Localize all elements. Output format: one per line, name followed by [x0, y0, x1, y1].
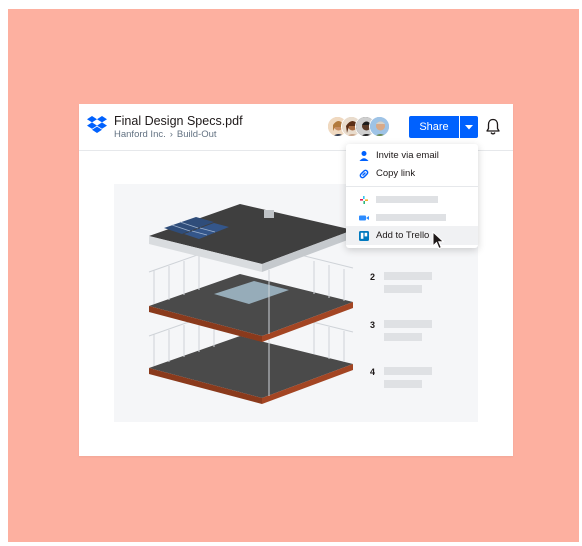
avatar[interactable]: [369, 116, 390, 137]
text-placeholder: [384, 380, 422, 388]
link-icon: [359, 169, 369, 179]
mouse-pointer-icon: [432, 231, 445, 250]
menu-item-copy-link[interactable]: Copy link: [346, 164, 478, 183]
text-placeholder: [384, 272, 432, 280]
menu-item-zoom[interactable]: [346, 208, 478, 227]
text-placeholder: [376, 196, 438, 203]
dropbox-logo-icon[interactable]: [87, 116, 107, 134]
menu-item-label: Copy link: [376, 168, 416, 179]
menu-item-label: Add to Trello: [376, 230, 430, 241]
text-placeholder: [384, 333, 422, 341]
list-number: 3: [370, 320, 376, 330]
breadcrumb-item[interactable]: Build-Out: [177, 129, 217, 140]
menu-item-add-to-trello[interactable]: Add to Trello: [346, 226, 478, 245]
breadcrumb-separator: ›: [169, 129, 173, 140]
file-preview-window: Final Design Specs.pdf Hanford Inc. › Buil…: [79, 104, 513, 456]
list-number: 2: [370, 272, 376, 282]
file-name: Final Design Specs.pdf: [114, 114, 243, 128]
caret-down-icon: [465, 125, 473, 130]
zoom-video-icon: [359, 215, 369, 221]
list-item: 4: [370, 365, 470, 395]
breadcrumb: Hanford Inc. › Build-Out: [114, 129, 217, 141]
person-icon: [359, 151, 369, 161]
share-button[interactable]: Share: [409, 116, 459, 138]
text-placeholder: [384, 285, 422, 293]
list-item: 2: [370, 270, 470, 300]
collaborator-avatars: [327, 116, 399, 138]
menu-item-label: Invite via email: [376, 150, 439, 161]
trello-icon: [359, 231, 369, 241]
menu-item-invite-via-email[interactable]: Invite via email: [346, 146, 478, 165]
menu-item-slack[interactable]: [346, 190, 478, 209]
share-dropdown-button[interactable]: [460, 116, 478, 138]
bell-icon[interactable]: [485, 118, 501, 136]
breadcrumb-item[interactable]: Hanford Inc.: [114, 129, 166, 140]
slack-icon: [360, 196, 368, 204]
text-placeholder: [384, 320, 432, 328]
share-menu: Invite via email Copy link Add to Trello: [346, 144, 478, 248]
text-placeholder: [376, 214, 446, 221]
list-item: 3: [370, 318, 470, 348]
roof: [149, 204, 353, 272]
menu-divider: [346, 186, 478, 187]
text-placeholder: [384, 367, 432, 375]
list-number: 4: [370, 367, 376, 377]
